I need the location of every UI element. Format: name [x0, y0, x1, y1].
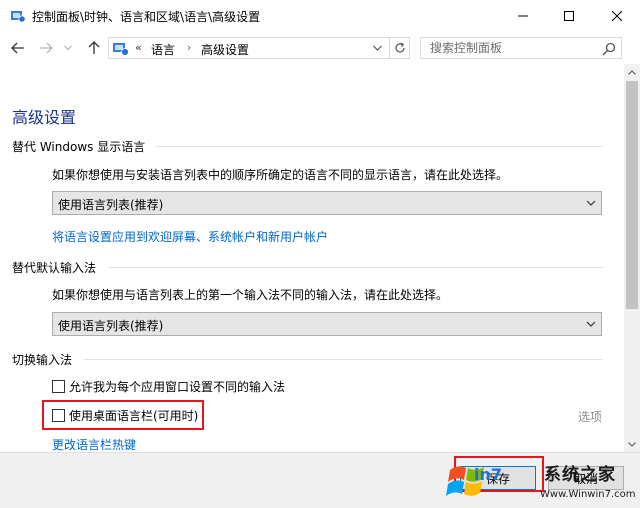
recent-locations-button[interactable] [58, 38, 78, 58]
search-icon[interactable] [601, 41, 617, 57]
section-heading-input-method: 替代默认输入法 [12, 261, 97, 275]
control-panel-icon [113, 43, 129, 56]
apply-language-settings-link[interactable]: 将语言设置应用到欢迎屏幕、系统帐户和新用户帐户 [52, 228, 328, 245]
input-method-select[interactable]: 使用语言列表(推荐) [52, 312, 602, 336]
windows-logo-icon: in7 [446, 465, 502, 496]
scroll-up-button[interactable] [624, 64, 640, 80]
breadcrumb-separator[interactable]: › [187, 41, 191, 54]
maximize-button[interactable] [546, 0, 592, 32]
input-method-selected: 使用语言列表(推荐) [58, 319, 164, 333]
divider [84, 359, 603, 360]
address-dropdown-button[interactable] [369, 41, 385, 55]
breadcrumb-language[interactable]: 语言 [151, 41, 175, 58]
breadcrumb-advanced-settings[interactable]: 高级设置 [201, 41, 249, 58]
refresh-icon [394, 42, 405, 53]
watermark: in7 系统之家 Www.Winwin7.com [444, 456, 640, 508]
maximize-icon [564, 11, 574, 21]
divider [156, 146, 603, 147]
per-app-input-checkbox-row[interactable]: 允许我为每个应用窗口设置不同的输入法 [52, 378, 285, 394]
close-button[interactable] [594, 0, 640, 32]
section-heading-display-language: 替代 Windows 显示语言 [12, 140, 146, 154]
control-panel-icon [11, 11, 26, 23]
back-button[interactable] [8, 38, 28, 58]
section-heading-switch-input: 切换输入法 [12, 353, 73, 367]
display-language-selected: 使用语言列表(推荐) [58, 198, 164, 212]
scroll-down-button[interactable] [624, 436, 640, 452]
per-app-input-label[interactable]: 允许我为每个应用窗口设置不同的输入法 [69, 378, 285, 395]
close-icon [612, 11, 622, 21]
svg-text:in7: in7 [474, 465, 502, 484]
divider [108, 267, 603, 268]
search-box[interactable] [420, 37, 622, 59]
search-input[interactable] [421, 38, 597, 58]
highlight-box [42, 400, 204, 430]
chevron-down-icon [586, 321, 596, 327]
change-hotkeys-link[interactable]: 更改语言栏热键 [52, 436, 136, 453]
per-app-input-checkbox[interactable] [52, 379, 65, 393]
breadcrumb-overflow[interactable]: « [135, 41, 142, 54]
forward-button[interactable] [36, 38, 56, 58]
minimize-icon [518, 15, 528, 17]
minimize-button[interactable] [500, 0, 546, 32]
watermark-url: Www.Winwin7.com [540, 489, 636, 500]
arrow-right-icon [40, 42, 53, 54]
scroll-thumb[interactable] [626, 81, 638, 309]
title-bar: 控制面板\时钟、语言和区域\语言\高级设置 [0, 0, 640, 32]
address-bar[interactable]: « 语言 › 高级设置 [108, 37, 410, 59]
up-button[interactable] [84, 38, 104, 58]
content-area: 高级设置 替代 Windows 显示语言 如果你想使用与安装语言列表中的顺序所确… [0, 64, 624, 452]
language-bar-options-link[interactable]: 选项 [578, 408, 602, 425]
address-row: « 语言 › 高级设置 [0, 32, 640, 64]
display-language-select[interactable]: 使用语言列表(推荐) [52, 191, 602, 215]
arrow-up-icon [88, 41, 100, 54]
chevron-down-icon [586, 200, 596, 206]
input-method-description: 如果你想使用与语言列表上的第一个输入法不同的输入法，请在此处选择。 [52, 288, 449, 302]
arrow-left-icon [11, 42, 24, 54]
chevron-up-icon [628, 69, 636, 75]
chevron-down-icon [64, 45, 72, 51]
refresh-button[interactable] [389, 38, 409, 58]
watermark-brand: 系统之家 [544, 465, 616, 485]
chevron-down-icon [372, 45, 382, 51]
vertical-scrollbar[interactable] [624, 64, 640, 452]
window-title: 控制面板\时钟、语言和区域\语言\高级设置 [32, 10, 261, 24]
page-title: 高级设置 [12, 108, 77, 127]
display-language-description: 如果你想使用与安装语言列表中的顺序所确定的语言不同的显示语言，请在此处选择。 [52, 168, 509, 182]
chevron-down-icon [628, 441, 636, 447]
